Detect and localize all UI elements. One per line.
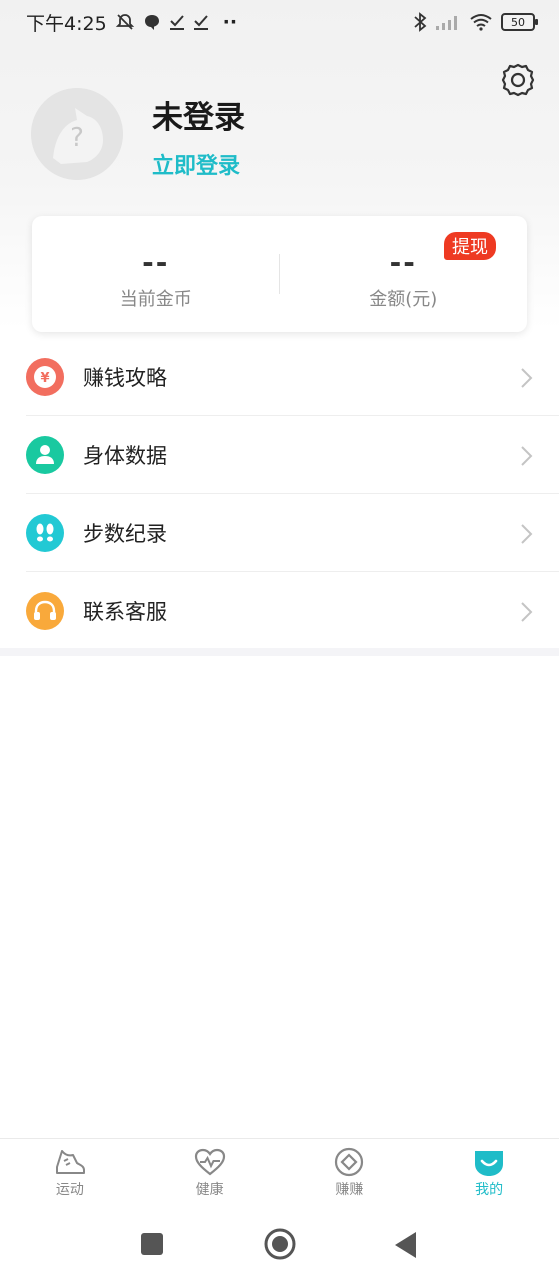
footprints-icon: [26, 514, 64, 552]
gear-icon: [501, 63, 535, 97]
menu-item-label: 身体数据: [83, 444, 167, 468]
bottom-tab-bar: 运动 健康 赚赚 我的: [0, 1138, 559, 1204]
menu-item-contact-support[interactable]: 联系客服: [0, 572, 559, 650]
menu-item-step-records[interactable]: 步数纪录: [0, 494, 559, 572]
svg-text:¥: ¥: [40, 371, 49, 386]
system-nav-bar: [0, 1204, 559, 1280]
section-divider: [0, 648, 559, 656]
menu-item-body-data[interactable]: 身体数据: [0, 416, 559, 494]
status-bar: 下午4:25 ·· 50: [0, 0, 559, 44]
more-notifications: ··: [222, 11, 238, 33]
settings-button[interactable]: [498, 60, 538, 100]
battery-icon: 50: [501, 13, 538, 31]
amount-value: --: [389, 246, 417, 279]
default-avatar-icon: ?: [31, 88, 123, 180]
shoe-icon: [55, 1150, 85, 1174]
menu-list: ¥ 赚钱攻略 身体数据 步数纪录 联系客服: [0, 338, 559, 650]
login-link[interactable]: 立即登录: [152, 148, 240, 180]
chat-bubble-icon: [144, 15, 159, 30]
check-download-icon: [169, 15, 184, 30]
back-button[interactable]: [394, 1231, 418, 1259]
coins-label: 当前金币: [119, 289, 192, 310]
menu-item-label: 联系客服: [83, 600, 167, 624]
chevron-right-icon: [521, 602, 533, 622]
chevron-right-icon: [521, 368, 533, 388]
coins-value: --: [142, 246, 170, 279]
home-button[interactable]: [263, 1227, 297, 1261]
tab-label: 健康: [195, 1182, 224, 1198]
withdraw-badge[interactable]: 提现: [444, 232, 496, 260]
yen-icon: ¥: [26, 358, 64, 396]
smile-icon: [475, 1151, 504, 1176]
svg-text:?: ?: [70, 123, 84, 153]
avatar[interactable]: ?: [31, 88, 123, 180]
tab-label: 运动: [55, 1182, 84, 1198]
tab-health[interactable]: 健康: [140, 1139, 280, 1204]
check-download-icon: [193, 15, 208, 30]
wifi-icon: [470, 14, 492, 31]
status-time: 下午4:25: [26, 12, 107, 35]
diamond-coin-icon: [335, 1147, 364, 1177]
user-name: 未登录: [152, 100, 245, 136]
tab-exercise[interactable]: 运动: [0, 1139, 140, 1204]
menu-item-label: 步数纪录: [83, 522, 167, 546]
chevron-right-icon: [521, 524, 533, 544]
signal-icon: [436, 16, 457, 30]
menu-item-earning-guide[interactable]: ¥ 赚钱攻略: [0, 338, 559, 416]
recent-apps-button[interactable]: [140, 1232, 164, 1256]
tab-label: 赚赚: [335, 1182, 364, 1198]
bluetooth-icon: [414, 12, 427, 32]
heart-pulse-icon: [194, 1148, 225, 1176]
coins-stat[interactable]: -- 当前金币: [32, 216, 280, 332]
tab-label: 我的: [475, 1182, 504, 1198]
chevron-right-icon: [521, 446, 533, 466]
tab-earn[interactable]: 赚赚: [280, 1139, 420, 1204]
headphones-icon: [26, 592, 64, 630]
bell-muted-icon: [115, 14, 134, 30]
person-icon: [26, 436, 64, 474]
tab-mine[interactable]: 我的: [419, 1139, 559, 1204]
menu-item-label: 赚钱攻略: [83, 366, 167, 390]
battery-level: 50: [511, 15, 525, 29]
amount-label: 金额(元): [369, 289, 438, 310]
